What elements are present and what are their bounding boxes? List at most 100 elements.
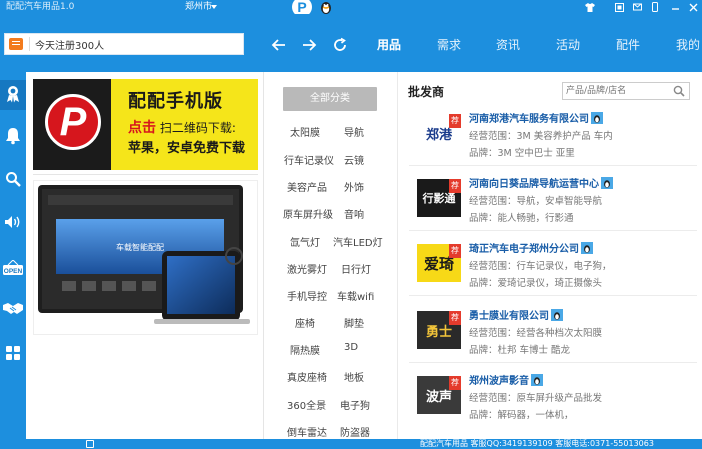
app-download-banner[interactable]: P 配配手机版 点击 扫二维码下载: 苹果，安卓免费下载	[33, 79, 258, 170]
category-item[interactable]: 脚垫	[344, 315, 364, 330]
refresh-icon[interactable]	[329, 36, 351, 54]
category-item[interactable]: 氙气灯	[290, 234, 320, 249]
sidebar-item-search[interactable]	[0, 165, 26, 195]
category-item[interactable]: 太阳膜	[290, 124, 320, 139]
vendor-name-text[interactable]: 郑州波声影音	[469, 376, 529, 387]
tab-parts[interactable]: 配件	[616, 38, 640, 52]
handshake-icon	[2, 300, 24, 319]
category-item[interactable]: 云镜	[344, 152, 364, 167]
qq-penguin-icon[interactable]	[318, 0, 334, 15]
vendor-name[interactable]: 河南郑港汽车服务有限公司	[469, 110, 603, 125]
qq-chat-icon[interactable]	[551, 309, 563, 321]
vendor-logo: 爱琦 荐	[417, 244, 461, 282]
qq-chat-icon[interactable]	[531, 374, 543, 386]
search-input[interactable]	[35, 36, 235, 52]
vendor-search-box[interactable]	[562, 82, 690, 100]
sidebar-item-open-shop[interactable]: OPEN	[0, 254, 26, 284]
scope-value: 经营各种档次太阳膜	[516, 328, 603, 339]
skin-shirt-icon[interactable]	[583, 0, 597, 14]
qq-chat-icon[interactable]	[591, 112, 603, 124]
vendor-row[interactable]: 郑港 荐 河南郑港汽车服务有限公司 经营范围：3M 美容养护产品 车内 品牌：3…	[409, 104, 697, 166]
device-ad-image[interactable]: 车载智能配配	[33, 180, 258, 335]
vendor-row[interactable]: 波声 荐 郑州波声影音 经营范围：原车屏升级产品批发 品牌：解码器，一体机，	[409, 366, 697, 428]
vendor-name[interactable]: 河南向日葵品牌导航运营中心	[469, 175, 613, 190]
vendor-scope: 经营范围：行车记录仪，电子狗，	[469, 258, 612, 272]
message-icon[interactable]	[630, 0, 644, 14]
tab-news[interactable]: 资讯	[496, 38, 520, 52]
vendor-scope: 经营范围：经营各种档次太阳膜	[469, 325, 602, 339]
all-categories-button[interactable]: 全部分类	[283, 87, 377, 111]
scope-label: 经营范围：	[469, 328, 517, 339]
search-divider	[29, 37, 30, 51]
vendor-name-text[interactable]: 河南向日葵品牌导航运营中心	[469, 179, 599, 190]
category-item[interactable]: 原车屏升级	[283, 206, 333, 221]
sidebar-item-cooperation[interactable]	[0, 294, 26, 324]
brand-label: 品牌：	[469, 148, 498, 159]
category-item[interactable]: 手机导控	[287, 288, 327, 303]
vendor-name[interactable]: 琦正汽车电子郑州分公司	[469, 240, 593, 255]
category-item[interactable]: 导航	[344, 124, 364, 139]
vendor-search-icon[interactable]	[673, 85, 685, 97]
category-item[interactable]: 美容产品	[287, 179, 327, 194]
scope-label: 经营范围：	[469, 261, 517, 272]
tab-demand[interactable]: 需求	[437, 38, 461, 52]
scope-value: 原车屏升级产品批发	[516, 393, 603, 404]
minimize-icon[interactable]	[668, 0, 682, 14]
vendor-row[interactable]: 爱琦 荐 琦正汽车电子郑州分公司 经营范围：行车记录仪，电子狗， 品牌：爱琦记录…	[409, 234, 697, 296]
settings-icon[interactable]	[612, 0, 626, 14]
vendor-name-text[interactable]: 勇士膜业有限公司	[469, 311, 549, 322]
category-item[interactable]: 行车记录仪	[284, 152, 334, 167]
vendor-name[interactable]: 郑州波声影音	[469, 372, 543, 387]
sidebar-item-award[interactable]	[0, 80, 26, 110]
sidebar-item-broadcast[interactable]	[0, 208, 26, 238]
speaker-icon	[4, 215, 22, 232]
vendor-name-text[interactable]: 河南郑港汽车服务有限公司	[469, 114, 589, 125]
open-sign-label: OPEN	[4, 268, 23, 275]
qq-chat-icon[interactable]	[581, 242, 593, 254]
category-item[interactable]: 汽车LED灯	[333, 234, 383, 249]
vendor-row[interactable]: 勇士 荐 勇士膜业有限公司 经营范围：经营各种档次太阳膜 品牌：杜邦 车博士 酷…	[409, 301, 697, 363]
category-item[interactable]: 日行灯	[341, 261, 371, 276]
category-item[interactable]: 音响	[344, 206, 364, 221]
search-icon	[5, 171, 21, 190]
category-item[interactable]: 隔热膜	[290, 342, 320, 357]
tab-supplies[interactable]: 用品	[377, 38, 401, 52]
qq-chat-icon[interactable]	[601, 177, 613, 189]
back-arrow-icon[interactable]	[268, 36, 290, 54]
tab-mine[interactable]: 我的	[676, 38, 700, 52]
award-icon	[5, 85, 21, 106]
mobile-icon[interactable]	[648, 0, 662, 14]
vendor-brand: 品牌：3M 空中巴士 亚里	[469, 145, 575, 159]
banner-line1: 点击 扫二维码下载:	[128, 117, 236, 137]
sidebar-item-apps[interactable]	[0, 339, 26, 369]
category-item[interactable]: 360全景	[287, 397, 326, 412]
vendor-search-input[interactable]	[566, 84, 670, 98]
category-item[interactable]: 防盗器	[340, 424, 370, 439]
forward-arrow-icon[interactable]	[298, 36, 320, 54]
city-dropdown-icon[interactable]	[211, 5, 217, 9]
category-item[interactable]: 激光雾灯	[287, 261, 327, 276]
category-item[interactable]: 电子狗	[340, 397, 370, 412]
category-item[interactable]: 地板	[344, 369, 364, 384]
city-selector[interactable]: 郑州市	[185, 0, 212, 14]
category-item[interactable]: 座椅	[295, 315, 315, 330]
tab-events[interactable]: 活动	[556, 38, 580, 52]
vendor-row[interactable]: 行影通 荐 河南向日葵品牌导航运营中心 经营范围：导航，安卓智能导航 品牌：能人…	[409, 169, 697, 231]
notice-search-box[interactable]	[4, 33, 244, 55]
vendor-section-title: 批发商	[408, 85, 445, 99]
vendor-name[interactable]: 勇士膜业有限公司	[469, 307, 563, 322]
brand-value: 解码器，一体机，	[497, 410, 574, 421]
category-item[interactable]: 外饰	[344, 179, 364, 194]
vendor-scope: 经营范围：3M 美容养护产品 车内	[469, 128, 613, 142]
category-item[interactable]: 车载wifi	[337, 288, 374, 303]
category-item[interactable]: 真皮座椅	[287, 369, 327, 384]
notice-icon	[9, 38, 23, 50]
category-item[interactable]: 倒车雷达	[287, 424, 327, 439]
vendor-logo: 勇士 荐	[417, 311, 461, 349]
vendor-name-text[interactable]: 琦正汽车电子郑州分公司	[469, 244, 579, 255]
category-item[interactable]: 3D	[344, 342, 358, 353]
scope-value: 3M 美容养护产品 车内	[516, 131, 613, 142]
sidebar-item-notifications[interactable]	[0, 122, 26, 152]
vendor-logo: 波声 荐	[417, 376, 461, 414]
close-icon[interactable]	[686, 0, 700, 14]
